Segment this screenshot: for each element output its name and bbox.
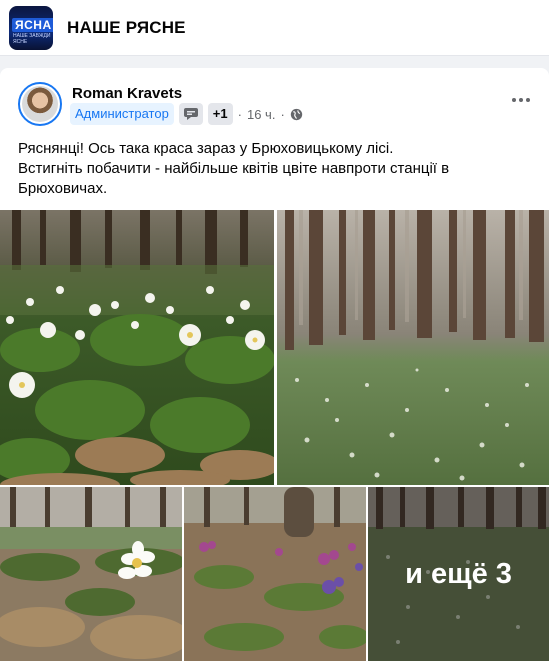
- post-text-line: Брюховичах.: [18, 180, 108, 197]
- author-avatar[interactable]: [18, 82, 62, 126]
- dot: [519, 98, 523, 102]
- post-photo-2[interactable]: [277, 210, 549, 485]
- group-name[interactable]: НАШЕ РЯСНЕ: [67, 18, 186, 38]
- extra-badges[interactable]: +1: [207, 103, 233, 125]
- post-header: Roman Kravets Администратор +1 · 16 ч. ·: [0, 68, 549, 130]
- group-avatar[interactable]: ЯСНА НАШЕ ЗАВЖДИ ЯСНЕ: [9, 5, 53, 50]
- post-card: Roman Kravets Администратор +1 · 16 ч. ·: [0, 68, 549, 661]
- author-photo: [22, 86, 58, 122]
- post-text: Ряснянці! Ось така краса зараз у Брюхови…: [18, 139, 528, 199]
- author-name[interactable]: Roman Kravets: [72, 85, 182, 102]
- post-text-line: Ряснянці! Ось така краса зараз у Брюхови…: [18, 140, 394, 157]
- post-photo-1[interactable]: [0, 210, 274, 485]
- group-logo-text: ЯСНА: [12, 17, 53, 32]
- post-photo-3[interactable]: [0, 487, 182, 661]
- post-meta: Администратор +1 · 16 ч. ·: [70, 103, 303, 125]
- dot: [526, 98, 530, 102]
- separator: ·: [237, 106, 242, 122]
- dot: [512, 98, 516, 102]
- post-photo-5[interactable]: и ещё 3: [368, 487, 549, 661]
- role-badge[interactable]: Администратор: [70, 103, 174, 125]
- group-header: ЯСНА НАШЕ ЗАВЖДИ ЯСНЕ НАШЕ РЯСНЕ: [0, 0, 549, 56]
- more-photos-label: и ещё 3: [405, 557, 512, 590]
- post-text-line: Встигніть побачити - найбільше квітів цв…: [18, 160, 450, 177]
- post-time[interactable]: 16 ч.: [247, 107, 275, 122]
- more-photos-overlay[interactable]: и ещё 3: [368, 487, 549, 661]
- separator: ·: [280, 106, 285, 122]
- globe-icon: [290, 108, 303, 121]
- chat-bubble-icon[interactable]: [178, 103, 203, 125]
- more-options-button[interactable]: [509, 90, 533, 110]
- group-logo-subtext: НАШЕ ЗАВЖДИ ЯСНЕ: [13, 32, 51, 45]
- post-photo-4[interactable]: [184, 487, 366, 661]
